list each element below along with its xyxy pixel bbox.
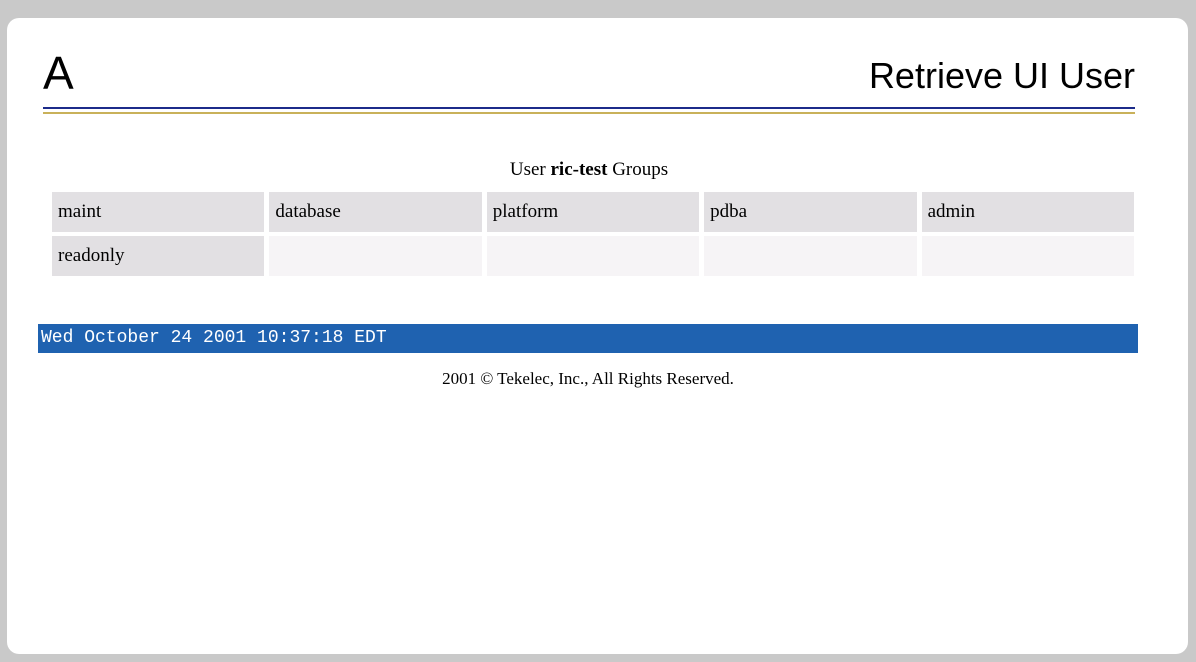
page-header: A Retrieve UI User: [43, 46, 1135, 106]
table-row: maint database platform pdba admin: [52, 192, 1134, 232]
group-cell: database: [269, 192, 482, 232]
group-cell: maint: [52, 192, 265, 232]
header-divider-blue: [43, 107, 1135, 109]
group-cell: admin: [921, 192, 1134, 232]
copyright-text: 2001 © Tekelec, Inc., All Rights Reserve…: [442, 369, 734, 388]
group-cell: pdba: [704, 192, 917, 232]
groups-caption: User ric-test Groups: [43, 158, 1135, 182]
group-cell-empty: [704, 236, 917, 276]
username: ric-test: [550, 159, 608, 180]
group-cell-empty: [486, 236, 700, 276]
group-cell-empty: [921, 236, 1134, 276]
groups-caption-suffix: Groups: [607, 159, 669, 180]
page-title: Retrieve UI User: [868, 55, 1135, 96]
page-frame: A Retrieve UI User User ric-test Groups …: [7, 18, 1188, 654]
group-cell: readonly: [52, 236, 265, 276]
groups-table: maint database platform pdba admin reado…: [47, 188, 1139, 280]
groups-caption-prefix: User: [509, 159, 551, 180]
table-row: readonly: [52, 236, 1134, 276]
group-cell: platform: [486, 192, 700, 232]
status-bar: Wed October 24 2001 10:37:18 EDT: [38, 324, 1138, 353]
header-divider-gold: [43, 112, 1135, 114]
logo: A: [43, 47, 74, 99]
group-cell-empty: [269, 236, 482, 276]
